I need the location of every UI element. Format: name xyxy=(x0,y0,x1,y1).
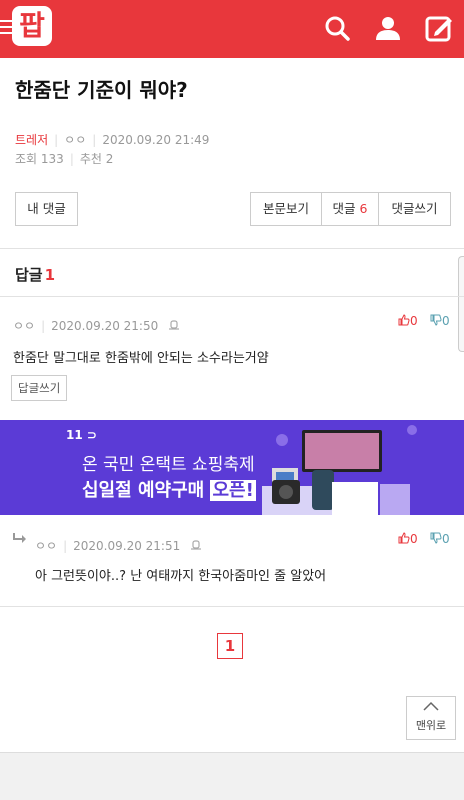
reply-write-button[interactable]: 답글쓰기 xyxy=(11,375,68,401)
write-icon xyxy=(425,16,452,42)
downvote-count: 0 xyxy=(442,532,450,546)
downvote-count: 0 xyxy=(442,314,450,328)
comment-meta: ㅇㅇ | 2020.09.20 21:50 xyxy=(13,317,180,334)
write-button[interactable] xyxy=(423,12,455,44)
divider xyxy=(0,248,464,249)
comment-nickname[interactable]: ㅇㅇ xyxy=(13,319,35,333)
chevron-up-icon xyxy=(407,697,455,717)
banner-brand: 11 ⊃ xyxy=(66,428,97,442)
post-author[interactable]: 트레저 xyxy=(15,133,48,147)
search-icon xyxy=(325,16,350,41)
post-recommend: 추천 2 xyxy=(79,152,114,166)
replies-count: 1 xyxy=(44,266,56,284)
scroll-to-top-button[interactable]: 맨위로 xyxy=(406,696,456,740)
comment-nickname[interactable]: ㅇㅇ xyxy=(35,539,57,553)
divider xyxy=(0,296,464,297)
divider xyxy=(0,606,464,607)
user-button[interactable] xyxy=(372,12,404,44)
comments-button[interactable]: 댓글 6 xyxy=(321,192,379,226)
upvote-count: 0 xyxy=(410,532,418,546)
upvote-count: 0 xyxy=(410,314,418,328)
upvote-button[interactable]: 0 xyxy=(398,532,418,546)
post-meta: 트레저 | ㅇㅇ | 2020.09.20 21:49 xyxy=(15,133,210,147)
reply-arrow-icon xyxy=(13,533,26,543)
search-button[interactable] xyxy=(321,12,353,44)
comments-label: 댓글 xyxy=(332,201,356,216)
write-comment-button[interactable]: 댓글쓰기 xyxy=(378,192,451,226)
site-logo[interactable]: 팝 xyxy=(12,6,52,46)
thumb-down-icon xyxy=(430,314,442,326)
footer xyxy=(0,752,464,800)
banner-line1: 온 국민 온택트 쇼핑축제 xyxy=(82,455,255,475)
arrow-icon: ⊃ xyxy=(82,428,97,442)
post-nickname: ㅇㅇ xyxy=(64,133,87,147)
replies-label: 답글 xyxy=(15,266,43,284)
post-title: 한줌단 기준이 뭐야? xyxy=(15,78,188,102)
post-stats: 조회 133 | 추천 2 xyxy=(15,152,114,166)
post-views: 조회 133 xyxy=(15,152,64,166)
thumb-down-icon xyxy=(430,532,442,544)
view-body-button[interactable]: 본문보기 xyxy=(250,192,322,226)
upvote-button[interactable]: 0 xyxy=(398,314,418,328)
comments-count: 6 xyxy=(359,201,368,216)
thumb-up-icon xyxy=(398,314,410,326)
bell-icon[interactable] xyxy=(190,539,202,551)
my-comments-button[interactable]: 내 댓글 xyxy=(15,192,78,226)
scrollbar[interactable] xyxy=(458,256,464,352)
comment-meta: ㅇㅇ | 2020.09.20 21:51 xyxy=(35,537,202,554)
downvote-button[interactable]: 0 xyxy=(430,314,450,328)
menu-icon[interactable] xyxy=(0,20,12,36)
banner-line2: 십일절 예약구매 오픈! xyxy=(82,480,256,501)
bell-icon[interactable] xyxy=(168,319,180,331)
thumb-up-icon xyxy=(398,532,410,544)
top-header: 팝 xyxy=(0,0,464,58)
comment-datetime: 2020.09.20 21:51 xyxy=(73,539,181,553)
comment-text: 한줌단 말그대로 한줌밖에 안되는 소수라는거얌 xyxy=(13,351,269,366)
replies-header: 답글 1 xyxy=(15,264,55,285)
post-datetime: 2020.09.20 21:49 xyxy=(102,133,210,147)
scroll-to-top-label: 맨위로 xyxy=(415,719,447,732)
comment-text: 아 그런뜻이야..? 난 여태까지 한국아줌마인 줄 알았어 xyxy=(35,569,327,584)
downvote-button[interactable]: 0 xyxy=(430,532,450,546)
ad-banner[interactable]: 11 ⊃ 온 국민 온택트 쇼핑축제 십일절 예약구매 오픈! xyxy=(0,420,464,515)
comment-datetime: 2020.09.20 21:50 xyxy=(51,319,159,333)
product-illustration xyxy=(262,425,417,515)
user-icon xyxy=(376,17,400,40)
page-current[interactable]: 1 xyxy=(217,633,243,659)
